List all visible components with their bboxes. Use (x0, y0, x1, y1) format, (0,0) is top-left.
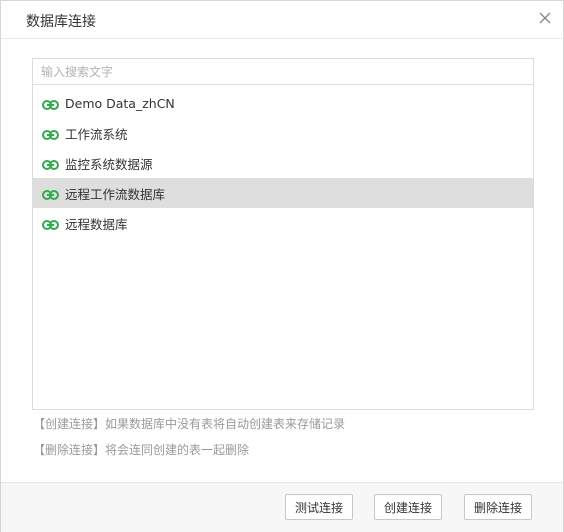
create-connection-button[interactable]: 创建连接 (374, 494, 442, 520)
link-icon (42, 218, 59, 230)
link-icon (42, 128, 59, 140)
connection-item[interactable]: 监控系统数据源 (33, 148, 533, 178)
hint-notes: 【创建连接】如果数据库中没有表将自动创建表来存储记录 【删除连接】将会连同创建的… (33, 414, 345, 466)
create-connection-hint: 【创建连接】如果数据库中没有表将自动创建表来存储记录 (33, 417, 346, 431)
connection-list: Demo Data_zhCN 工作流系统 监控系统数据源 远程工作流数据库 远程… (33, 88, 533, 238)
link-icon (42, 158, 59, 170)
delete-connection-button[interactable]: 删除连接 (464, 494, 532, 520)
connection-item-label: 监控系统数据源 (65, 156, 153, 172)
database-connection-dialog: 数据库连接 Demo Data_zhCN 工作流系统 (0, 0, 564, 532)
connection-item-label: Demo Data_zhCN (65, 95, 175, 111)
dialog-title-bar: 数据库连接 (1, 1, 563, 39)
connection-list-panel: Demo Data_zhCN 工作流系统 监控系统数据源 远程工作流数据库 (32, 58, 534, 410)
delete-connection-hint: 【删除连接】将会连同创建的表一起删除 (33, 443, 250, 457)
connection-item-label: 工作流系统 (65, 126, 128, 142)
connection-item[interactable]: 远程数据库 (33, 208, 533, 238)
link-icon (42, 188, 59, 200)
search-input[interactable] (33, 59, 533, 85)
close-icon[interactable] (537, 10, 553, 26)
connection-item-label: 远程工作流数据库 (65, 186, 166, 202)
connection-item-label: 远程数据库 (65, 216, 128, 232)
connection-item-selected[interactable]: 远程工作流数据库 (33, 178, 533, 208)
connection-item[interactable]: 工作流系统 (33, 118, 533, 148)
link-icon (42, 98, 59, 110)
connection-item[interactable]: Demo Data_zhCN (33, 88, 533, 118)
dialog-title: 数据库连接 (26, 14, 96, 30)
test-connection-button[interactable]: 测试连接 (285, 494, 353, 520)
dialog-footer: 测试连接 创建连接 删除连接 (1, 482, 563, 532)
